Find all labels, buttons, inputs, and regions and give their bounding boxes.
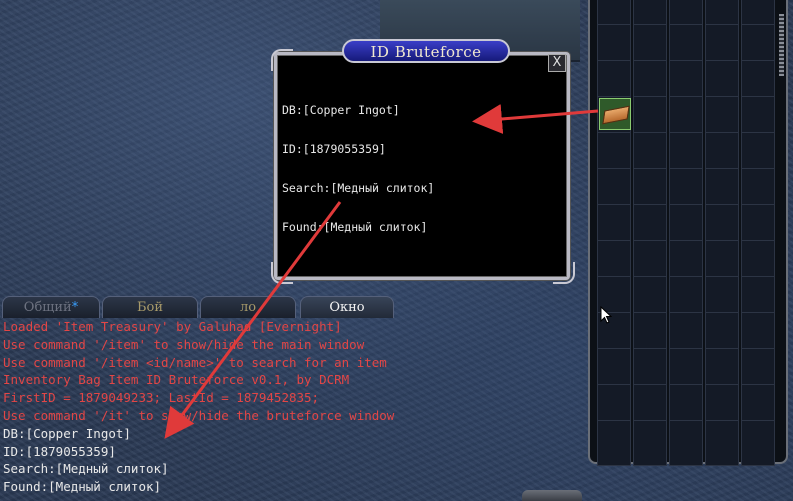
bottom-ornament [522,490,582,501]
tab-label: Окно [329,300,365,315]
chat-message: Found:[Медный слиток] [3,479,162,495]
output-line-found: Found:[Медный слиток] [282,220,428,234]
chat-system-message: Use command '/item' to show/hide the mai… [3,336,365,352]
tab-lo[interactable]: ло [200,296,296,318]
tab-general[interactable]: Общий* [2,296,100,318]
chat-message: ID:[1879055359] [3,443,116,459]
window-corner-ornament [553,262,575,284]
chat-system-message: FirstID = 1879049233; LastId = 187945283… [3,390,320,406]
output-line-id: ID:[1879055359] [282,142,386,156]
chat-message: Search:[Медный слиток] [3,461,169,477]
chat-message: DB:[Copper Ingot] [3,425,131,441]
chat-system-message: Inventory Bag Item ID Bruteforce v0.1, b… [3,372,350,388]
ingot-icon [602,105,630,125]
close-button[interactable]: X [548,54,566,72]
output-line-db: DB:[Copper Ingot] [282,103,400,117]
chat-log: Loaded 'Item Treasury' by Galuhad [Evern… [3,318,394,496]
inventory-item-copper-ingot[interactable] [599,98,631,130]
bruteforce-output: DB:[Copper Ingot] ID:[1879055359] Search… [282,78,434,247]
window-title[interactable]: ID Bruteforce [342,39,510,63]
inventory-slot[interactable] [741,420,775,466]
inventory-slot[interactable] [597,420,631,466]
tab-window[interactable]: Окно [300,296,394,318]
inventory-slot[interactable] [633,420,667,466]
window-corner-ornament [271,49,293,71]
unread-star-icon: * [71,300,79,315]
inventory-grid [597,0,775,466]
tab-combat[interactable]: Бой [102,296,198,318]
chat-system-message: Loaded 'Item Treasury' by Galuhad [Evern… [3,319,342,334]
chat-system-message: Use command '/item <id/name>' to search … [3,354,387,370]
window-corner-ornament [271,262,293,284]
tab-label: Бой [136,300,164,315]
tab-label: ло [239,300,257,315]
inventory-slot[interactable] [705,420,739,466]
mouse-cursor-icon [600,306,612,324]
inventory-scrollbar[interactable] [779,14,784,76]
tab-label: Общий [23,300,72,315]
inventory-slot[interactable] [669,420,703,466]
chat-tabs: Общий* Бой ло Окно [0,296,400,318]
chat-system-message: Use command '/it' to show/hide the brute… [3,407,395,423]
output-line-search: Search:[Медный слиток] [282,181,435,195]
